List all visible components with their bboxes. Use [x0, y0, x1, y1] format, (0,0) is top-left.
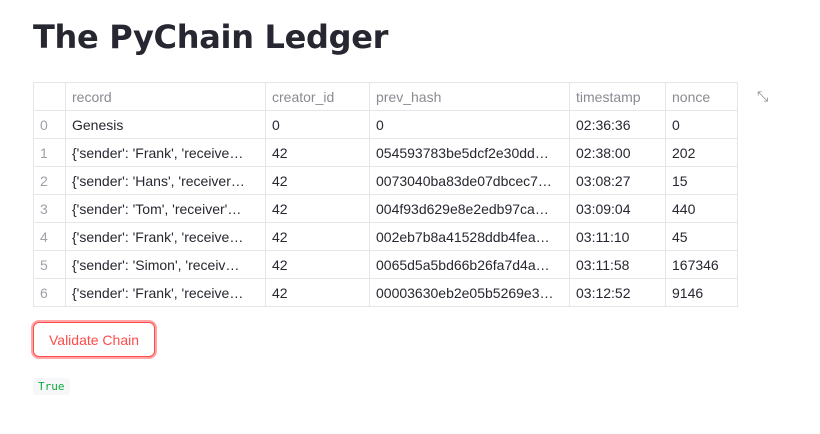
table-cell[interactable]: {'sender': 'Frank', 'receive… [65, 278, 266, 307]
ledger-table[interactable]: record creator_id prev_hash timestamp nonce … [33, 82, 738, 307]
table-cell[interactable]: 45 [665, 222, 738, 251]
validate-chain-button[interactable]: Validate Chain [33, 322, 155, 357]
table-cell[interactable]: 0065d5a5bd66b26fa7d4a… [369, 250, 570, 279]
table-cell[interactable]: 42 [265, 278, 370, 307]
table-row: 4 {'sender': 'Frank', 'receive… 42 002eb7b8… [33, 222, 738, 251]
table-row: 3 {'sender': 'Tom', 'receiver'… 42 004f93d6… [33, 194, 738, 223]
table-row: 2 {'sender': 'Hans', 'receiver… 42 0073040b… [33, 166, 738, 195]
table-cell[interactable]: 42 [265, 166, 370, 195]
table-cell[interactable]: 03:11:58 [569, 250, 666, 279]
column-header[interactable] [33, 82, 66, 111]
table-cell[interactable]: 202 [665, 138, 738, 167]
row-index[interactable]: 0 [33, 110, 66, 139]
page-title: The PyChain Ledger [33, 18, 389, 56]
row-index[interactable]: 6 [33, 278, 66, 307]
column-header[interactable]: timestamp [569, 82, 666, 111]
table-cell[interactable]: {'sender': 'Simon', 'receiv… [65, 250, 266, 279]
fullscreen-expand-icon[interactable]: ⤡ [757, 88, 768, 105]
table-cell[interactable]: 00003630eb2e05b5269e3… [369, 278, 570, 307]
table-cell[interactable]: 002eb7b8a41528ddb4fea… [369, 222, 570, 251]
table-cell[interactable]: 9146 [665, 278, 738, 307]
table-cell[interactable]: 167346 [665, 250, 738, 279]
table-cell[interactable]: 42 [265, 138, 370, 167]
table-cell[interactable]: {'sender': 'Frank', 'receive… [65, 138, 266, 167]
table-cell[interactable]: 42 [265, 194, 370, 223]
table-cell[interactable]: 03:12:52 [569, 278, 666, 307]
table-row: 1 {'sender': 'Frank', 'receive… 42 05459378… [33, 138, 738, 167]
table-cell[interactable]: Genesis [65, 110, 266, 139]
table-cell[interactable]: 440 [665, 194, 738, 223]
column-header[interactable]: prev_hash [369, 82, 570, 111]
table-cell[interactable]: 0 [265, 110, 370, 139]
table-cell[interactable]: 03:09:04 [569, 194, 666, 223]
validation-result: True [33, 378, 70, 395]
table-cell[interactable]: 03:08:27 [569, 166, 666, 195]
row-index[interactable]: 1 [33, 138, 66, 167]
table-row: 5 {'sender': 'Simon', 'receiv… 42 0065d5a5b… [33, 250, 738, 279]
table-cell[interactable]: 42 [265, 222, 370, 251]
table-cell[interactable]: 0073040ba83de07dbcec7… [369, 166, 570, 195]
table-cell[interactable]: 0 [369, 110, 570, 139]
table-cell[interactable]: {'sender': 'Hans', 'receiver… [65, 166, 266, 195]
row-index[interactable]: 3 [33, 194, 66, 223]
table-cell[interactable]: {'sender': 'Frank', 'receive… [65, 222, 266, 251]
table-cell[interactable]: 004f93d629e8e2edb97ca… [369, 194, 570, 223]
table-cell[interactable]: 42 [265, 250, 370, 279]
column-header[interactable]: creator_id [265, 82, 370, 111]
row-index[interactable]: 5 [33, 250, 66, 279]
table-cell[interactable]: {'sender': 'Tom', 'receiver'… [65, 194, 266, 223]
table-cell[interactable]: 054593783be5dcf2e30dd… [369, 138, 570, 167]
column-header[interactable]: nonce [665, 82, 738, 111]
table-cell[interactable]: 02:36:36 [569, 110, 666, 139]
table-row: 6 {'sender': 'Frank', 'receive… 42 00003630… [33, 278, 738, 307]
table-cell[interactable]: 03:11:10 [569, 222, 666, 251]
table-cell[interactable]: 0 [665, 110, 738, 139]
column-header[interactable]: record [65, 82, 266, 111]
table-cell[interactable]: 15 [665, 166, 738, 195]
table-row: 0 Genesis 0 0 02:36:36 0 [33, 110, 738, 139]
row-index[interactable]: 4 [33, 222, 66, 251]
row-index[interactable]: 2 [33, 166, 66, 195]
table-cell[interactable]: 02:38:00 [569, 138, 666, 167]
